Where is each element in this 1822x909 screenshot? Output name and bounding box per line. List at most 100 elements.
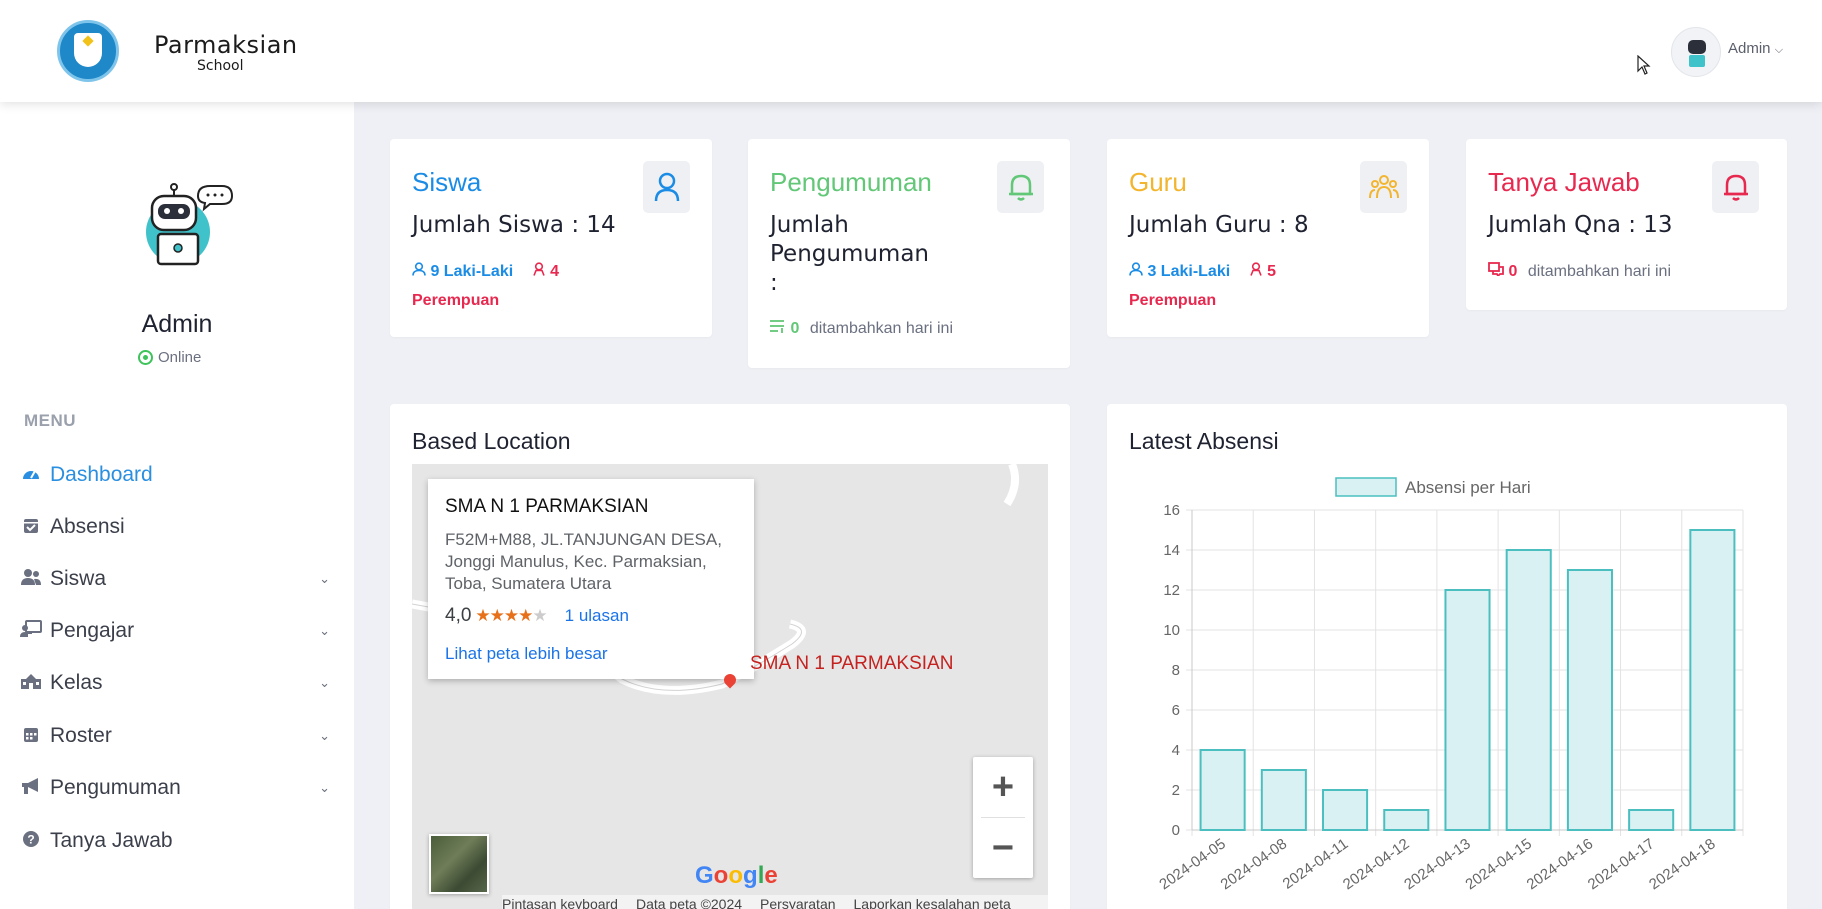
chevron-down-icon: ⌄	[319, 728, 330, 743]
terms-link[interactable]: Persyaratan	[760, 896, 835, 909]
chevron-down-icon: ⌄	[319, 675, 330, 690]
chart-bar	[1505, 549, 1552, 831]
y-tick-label: 12	[1163, 582, 1180, 599]
sidebar-item-tanya-jawab[interactable]: ? Tanya Jawab	[20, 821, 330, 861]
list-add-icon	[770, 320, 784, 333]
school-logo[interactable]	[57, 20, 119, 82]
female-label: Perempuan	[1129, 292, 1217, 309]
male-count: 3 Laki-Laki	[1129, 262, 1235, 280]
profile-status: Online	[138, 349, 201, 366]
card-added-today: 0 ditambahkan hari ini	[770, 314, 953, 343]
card-count: Jumlah Qna : 13	[1488, 212, 1673, 238]
y-tick-label: 6	[1172, 702, 1180, 719]
google-map[interactable]: SMA N 1 PARMAKSIAN F52M+M88, JL.TANJUNGA…	[412, 464, 1048, 909]
sidebar-item-kelas[interactable]: Kelas ⌄	[20, 663, 330, 703]
status-label: Online	[158, 349, 202, 366]
x-tick-label: 2024-04-13	[1401, 835, 1474, 893]
y-tick-label: 10	[1163, 622, 1180, 639]
sidebar-item-pengajar[interactable]: Pengajar ⌄	[20, 611, 330, 651]
x-tick-label: 2024-04-12	[1340, 835, 1413, 893]
bell-icon	[997, 161, 1044, 213]
y-tick-label: 2	[1172, 782, 1180, 799]
larger-map-link[interactable]: Lihat peta lebih besar	[445, 644, 608, 664]
google-logo: Google	[695, 862, 778, 889]
y-tick-label: 4	[1172, 742, 1180, 759]
place-rating: 4,0 ★★★★★ 1 ulasan	[445, 605, 629, 627]
sidebar-item-label: Dashboard	[50, 463, 153, 486]
panel-latest-absensi: Latest Absensi 0 2 4 6 8 10 12 14 16 2024-04-05 20…	[1107, 404, 1787, 909]
card-count: Jumlah Pengumuman :	[770, 212, 930, 296]
x-tick-label: 2024-04-17	[1585, 835, 1658, 893]
y-tick-label: 0	[1172, 822, 1180, 839]
chalkboard-teacher-icon	[20, 619, 42, 643]
sidebar-item-dashboard[interactable]: Dashboard	[20, 455, 330, 495]
stat-card-pengumuman[interactable]: Pengumuman Jumlah Pengumuman : 0 ditamba…	[748, 139, 1070, 368]
absensi-bar-chart: 02468101214162024-04-052024-04-082024-04…	[1156, 477, 1744, 893]
stat-card-guru[interactable]: Guru Jumlah Guru : 8 3 Laki-Laki 5 Perem…	[1107, 139, 1429, 337]
chart-bar	[1689, 529, 1736, 831]
card-gender-breakdown: 3 Laki-Laki 5 Perempuan	[1129, 257, 1276, 315]
panel-title: Based Location	[412, 428, 571, 454]
map-info-window: SMA N 1 PARMAKSIAN F52M+M88, JL.TANJUNGA…	[428, 479, 754, 679]
avatar-robot-head	[1688, 40, 1706, 54]
map-data-label: Data peta ©2024	[635, 896, 743, 909]
card-count: Jumlah Siswa : 14	[412, 212, 616, 238]
x-tick-label: 2024-04-15	[1462, 835, 1535, 893]
sidebar-item-label: Tanya Jawab	[50, 829, 173, 852]
brand-title: Parmaksian	[154, 31, 298, 59]
robot-avatar-icon	[146, 183, 234, 266]
user-avatar[interactable]	[1671, 27, 1721, 77]
chevron-down-icon: ⌄	[319, 780, 330, 795]
gauge-icon	[20, 465, 42, 486]
reviews-link[interactable]: 1 ulasan	[565, 606, 629, 626]
male-user-icon	[412, 262, 426, 276]
stat-card-siswa[interactable]: Siswa Jumlah Siswa : 14 9 Laki-Laki 4 Pe…	[390, 139, 712, 337]
male-count: 9 Laki-Laki	[412, 262, 518, 280]
keyboard-shortcuts-link[interactable]: Pintasan keyboard	[502, 896, 618, 909]
chat-icon	[1488, 262, 1504, 278]
map-zoom-controls: + −	[973, 757, 1033, 878]
user-icon	[643, 161, 690, 213]
sidebar-item-roster[interactable]: Roster ⌄	[20, 716, 330, 756]
sidebar-item-absensi[interactable]: Absensi	[20, 507, 330, 547]
zoom-in-button[interactable]: +	[973, 757, 1033, 817]
brand-subtitle: School	[197, 58, 244, 74]
sidebar-item-label: Siswa	[50, 567, 107, 590]
chart-bar	[1199, 749, 1246, 831]
map-marker-label: SMA N 1 PARMAKSIAN	[750, 653, 954, 674]
sidebar-item-pengumuman[interactable]: Pengumuman ⌄	[20, 768, 330, 808]
mouse-cursor-icon	[1637, 55, 1651, 75]
chart-bar	[1566, 569, 1613, 831]
chart-bar	[1383, 809, 1430, 831]
online-status-icon	[138, 350, 153, 365]
chevron-down-icon: ⌵	[1774, 44, 1784, 56]
card-gender-breakdown: 9 Laki-Laki 4 Perempuan	[412, 257, 559, 315]
y-tick-label: 16	[1163, 502, 1180, 519]
user-group-icon	[20, 568, 42, 591]
sidebar-item-siswa[interactable]: Siswa ⌄	[20, 559, 330, 599]
male-user-icon	[1129, 262, 1143, 276]
sidebar: Admin Online MENU Dashboard Absensi Sisw…	[0, 102, 354, 909]
card-title: Tanya Jawab	[1488, 167, 1640, 197]
zoom-out-button[interactable]: −	[973, 818, 1033, 878]
satellite-toggle[interactable]	[429, 834, 489, 894]
chevron-down-icon: ⌄	[319, 623, 330, 638]
panel-based-location: Based Location SMA N 1 PARMAKSIAN F52M+M…	[390, 404, 1070, 909]
x-tick-label: 2024-04-16	[1524, 835, 1597, 893]
sidebar-item-label: Absensi	[50, 515, 125, 538]
report-error-link[interactable]: Laporkan kesalahan peta	[854, 896, 1011, 909]
chart-bar	[1628, 809, 1675, 831]
place-address: F52M+M88, JL.TANJUNGAN DESA, Jonggi Manu…	[445, 530, 722, 593]
card-added-today: 0 ditambahkan hari ini	[1488, 257, 1671, 286]
x-tick-label: 2024-04-08	[1218, 835, 1291, 893]
users-icon	[1360, 161, 1407, 213]
svg-text:?: ?	[27, 832, 34, 846]
female-count: 4	[532, 262, 559, 280]
user-menu-toggle[interactable]: Admin ⌵	[1728, 40, 1783, 57]
stat-card-tanya-jawab[interactable]: Tanya Jawab Jumlah Qna : 13 0 ditambahka…	[1466, 139, 1787, 310]
avatar-robot-body	[1689, 55, 1705, 67]
card-count: Jumlah Guru : 8	[1129, 212, 1309, 238]
menu-heading: MENU	[24, 411, 77, 430]
card-title: Guru	[1129, 167, 1187, 197]
calendar-icon	[20, 725, 42, 748]
